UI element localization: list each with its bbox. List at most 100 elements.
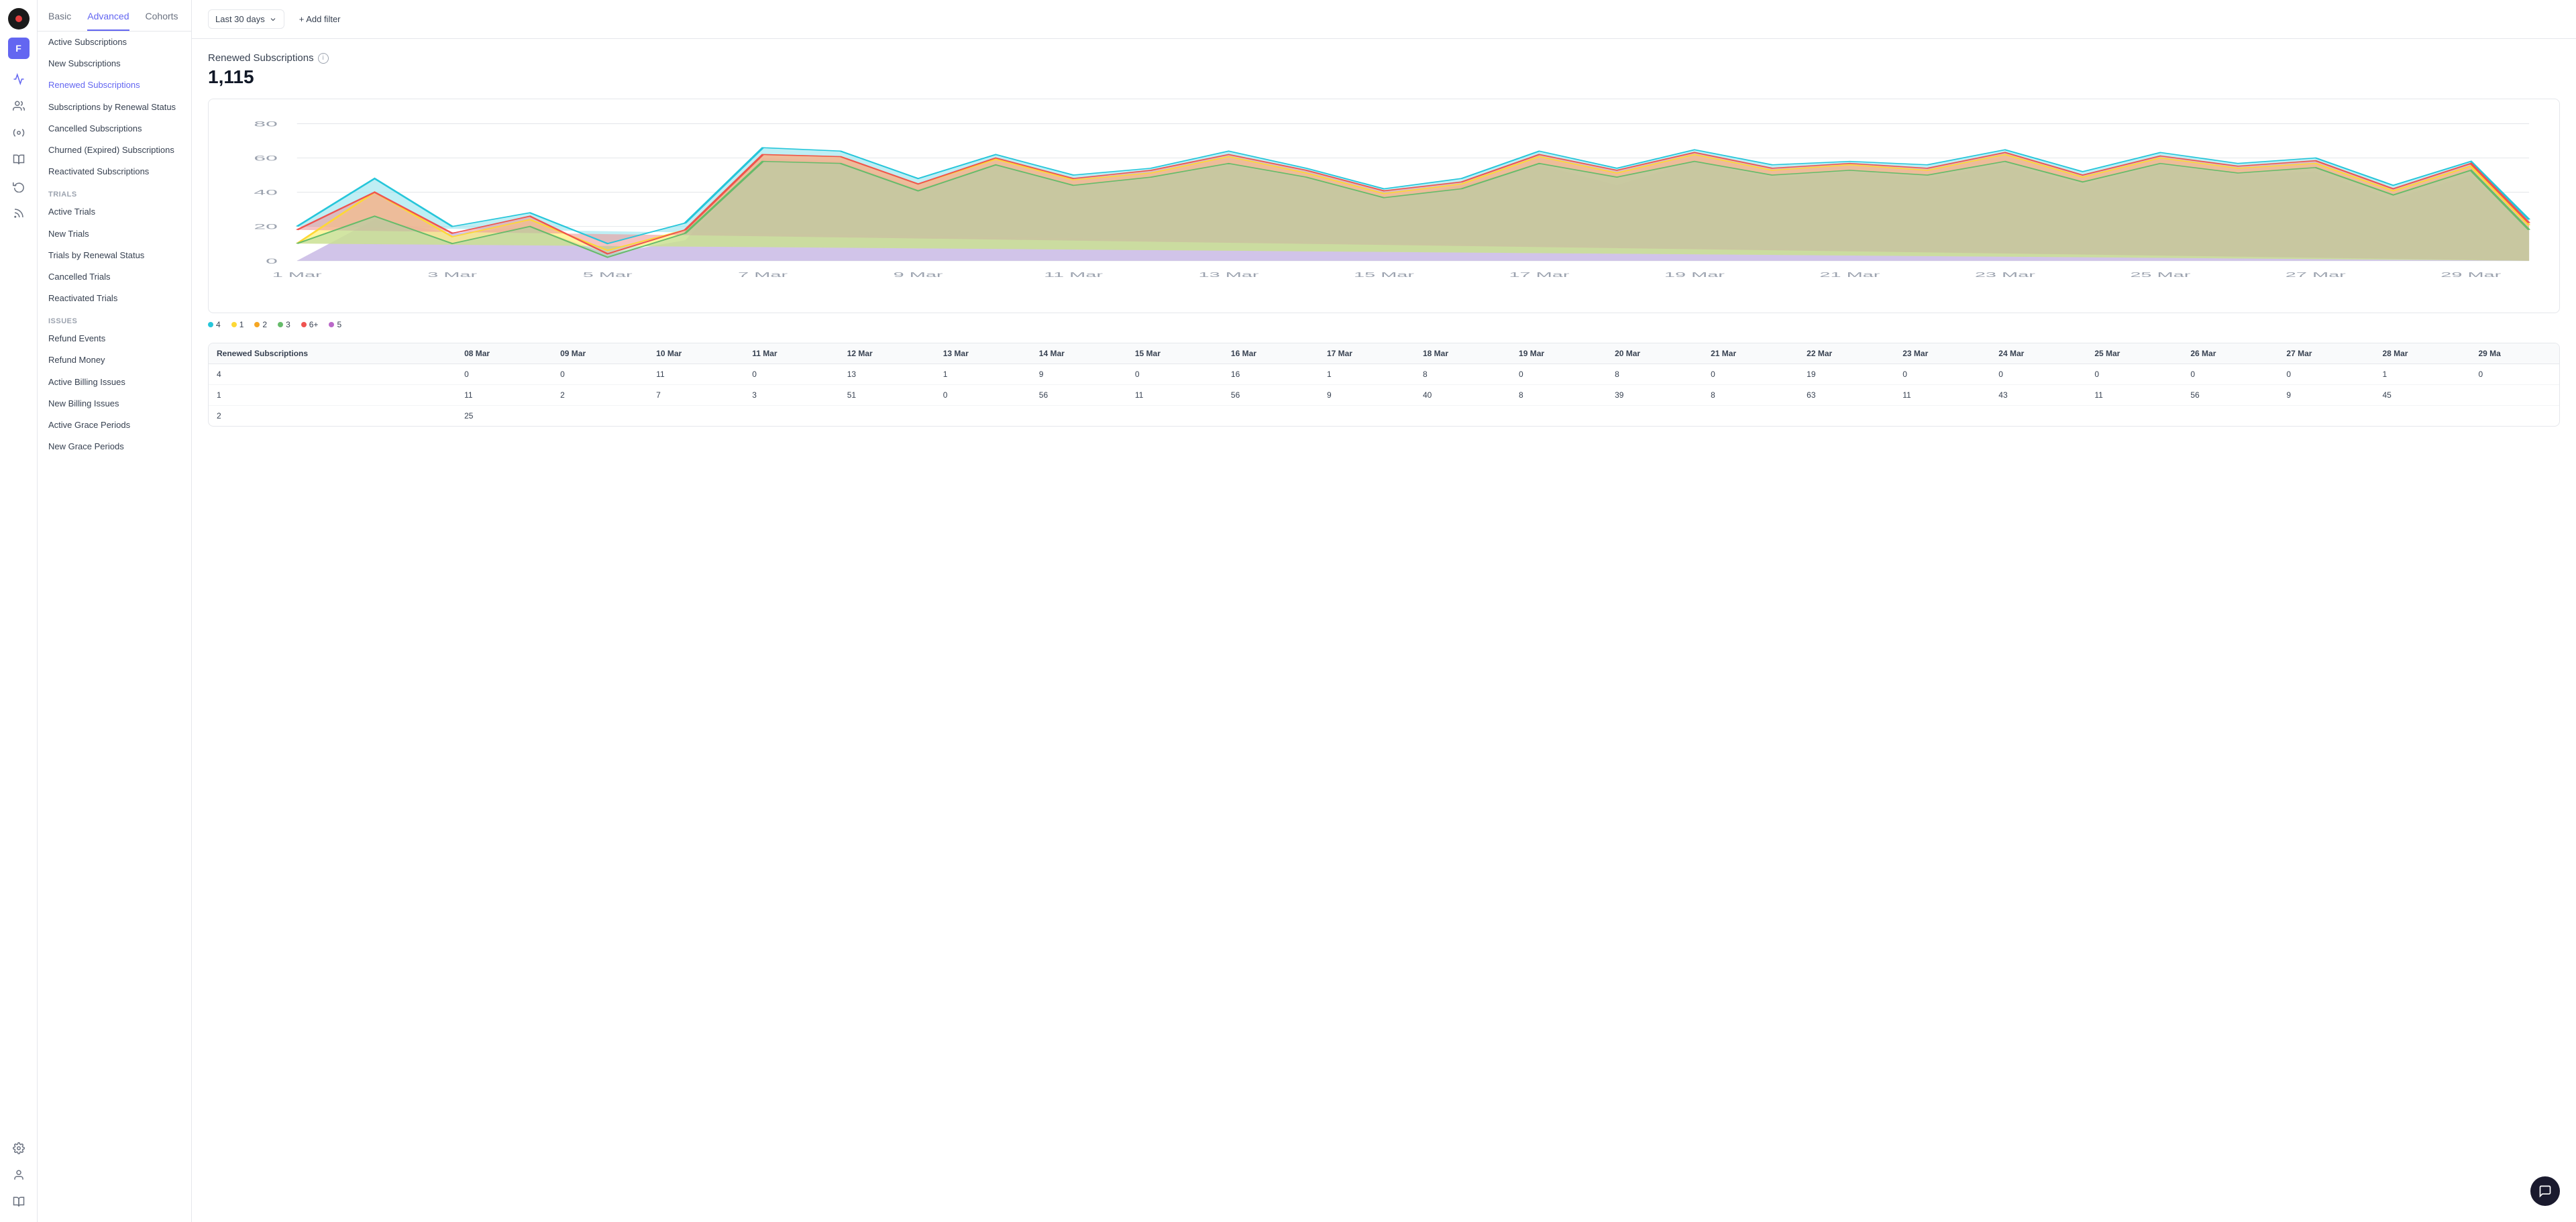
col-header-12mar: 12 Mar: [839, 343, 935, 364]
nav-item-reactivated-trials[interactable]: Reactivated Trials: [38, 288, 191, 309]
col-header-28mar: 28 Mar: [2374, 343, 2470, 364]
table-cell-value: [2471, 406, 2560, 427]
svg-text:27 Mar: 27 Mar: [2286, 271, 2346, 279]
nav-item-cancelled-subscriptions[interactable]: Cancelled Subscriptions: [38, 118, 191, 140]
nav-item-cancelled-trials[interactable]: Cancelled Trials: [38, 266, 191, 288]
svg-text:3 Mar: 3 Mar: [427, 271, 477, 279]
svg-text:80: 80: [254, 120, 277, 129]
col-header-27mar: 27 Mar: [2278, 343, 2374, 364]
table-cell-value: 0: [1127, 364, 1223, 385]
table-cell-value: [1031, 406, 1127, 427]
svg-text:40: 40: [254, 188, 277, 197]
table-cell-value: 1: [1319, 364, 1415, 385]
legend-item-3: 3: [278, 320, 290, 329]
sidebar-icon-person[interactable]: [7, 1163, 31, 1187]
table-cell-value: [2182, 406, 2278, 427]
col-header-26mar: 26 Mar: [2182, 343, 2278, 364]
nav-item-active-billing[interactable]: Active Billing Issues: [38, 372, 191, 393]
svg-text:13 Mar: 13 Mar: [1199, 271, 1259, 279]
chat-button[interactable]: [2530, 1176, 2560, 1206]
sidebar-icon-tag[interactable]: [7, 148, 31, 172]
tab-cohorts[interactable]: Cohorts: [146, 11, 178, 31]
table-cell-value: [1511, 406, 1607, 427]
chart-header: Renewed Subscriptions i 1,115: [208, 52, 2560, 88]
col-header-15mar: 15 Mar: [1127, 343, 1223, 364]
table-cell-value: [839, 406, 935, 427]
sidebar-icon-feed[interactable]: [7, 201, 31, 225]
table-cell-value: [2471, 385, 2560, 406]
date-range-dropdown[interactable]: Last 30 days: [208, 9, 284, 29]
legend-item-1: 1: [231, 320, 244, 329]
table-cell-value: 51: [839, 385, 935, 406]
svg-text:7 Mar: 7 Mar: [738, 271, 788, 279]
nav-item-new-trials[interactable]: New Trials: [38, 223, 191, 245]
nav-item-new-billing[interactable]: New Billing Issues: [38, 393, 191, 414]
nav-item-churned-subscriptions[interactable]: Churned (Expired) Subscriptions: [38, 140, 191, 161]
col-header-08mar: 08 Mar: [456, 343, 552, 364]
table-cell-value: 8: [1703, 385, 1799, 406]
nav-item-refund-money[interactable]: Refund Money: [38, 349, 191, 371]
sidebar-icon-chart[interactable]: [7, 67, 31, 91]
user-avatar[interactable]: F: [8, 38, 30, 59]
chart-legend: 4 1 2 3 6+ 5: [208, 320, 2560, 329]
svg-text:29 Mar: 29 Mar: [2440, 271, 2501, 279]
chevron-down-icon: [269, 15, 277, 23]
app-logo: [8, 8, 30, 30]
data-table: Renewed Subscriptions 08 Mar 09 Mar 10 M…: [209, 343, 2559, 426]
table-cell-value: 0: [2278, 364, 2374, 385]
table-header-row: Renewed Subscriptions 08 Mar 09 Mar 10 M…: [209, 343, 2559, 364]
tab-advanced[interactable]: Advanced: [87, 11, 129, 31]
add-filter-button[interactable]: + Add filter: [292, 10, 347, 28]
col-header-29mar: 29 Ma: [2471, 343, 2560, 364]
trials-section-label: Trials: [38, 182, 191, 201]
legend-item-4: 4: [208, 320, 221, 329]
sidebar-icon-settings[interactable]: [7, 121, 31, 145]
nav-item-trials-by-renewal[interactable]: Trials by Renewal Status: [38, 245, 191, 266]
chart-title: Renewed Subscriptions i: [208, 52, 2560, 64]
svg-text:21 Mar: 21 Mar: [1819, 271, 1880, 279]
svg-text:9 Mar: 9 Mar: [894, 271, 943, 279]
nav-item-active-subscriptions[interactable]: Active Subscriptions: [38, 32, 191, 53]
table-row: 400110131901618080190000010: [209, 364, 2559, 385]
table-cell-value: [648, 406, 744, 427]
icon-sidebar: F: [0, 0, 38, 1222]
table-cell-value: 0: [2182, 364, 2278, 385]
svg-text:25 Mar: 25 Mar: [2130, 271, 2190, 279]
sidebar-icon-users[interactable]: [7, 94, 31, 118]
table-cell-value: 0: [1703, 364, 1799, 385]
nav-item-new-subscriptions[interactable]: New Subscriptions: [38, 53, 191, 74]
data-table-container: Renewed Subscriptions 08 Mar 09 Mar 10 M…: [208, 343, 2560, 427]
sidebar-icon-gear[interactable]: [7, 1136, 31, 1160]
table-cell-label: 1: [209, 385, 456, 406]
table-cell-value: 11: [456, 385, 552, 406]
chart-svg: 0 20 40 60 80: [219, 110, 2548, 302]
sidebar-icon-book[interactable]: [7, 1190, 31, 1214]
table-cell-value: 3: [744, 385, 839, 406]
svg-text:11 Mar: 11 Mar: [1044, 271, 1103, 279]
table-cell-value: 11: [1127, 385, 1223, 406]
legend-dot-1: [231, 322, 237, 327]
legend-item-6plus: 6+: [301, 320, 319, 329]
nav-item-active-grace[interactable]: Active Grace Periods: [38, 414, 191, 436]
col-header-16mar: 16 Mar: [1223, 343, 1319, 364]
nav-item-active-trials[interactable]: Active Trials: [38, 201, 191, 223]
table-cell-value: [1703, 406, 1799, 427]
nav-item-reactivated-subscriptions[interactable]: Reactivated Subscriptions: [38, 161, 191, 182]
table-cell-value: [552, 406, 648, 427]
nav-item-new-grace[interactable]: New Grace Periods: [38, 436, 191, 457]
table-cell-value: 45: [2374, 385, 2470, 406]
col-header-20mar: 20 Mar: [1607, 343, 1703, 364]
filter-bar: Last 30 days + Add filter: [192, 0, 2576, 39]
chart-info-icon[interactable]: i: [318, 53, 329, 64]
nav-item-renewed-subscriptions[interactable]: Renewed Subscriptions: [38, 74, 191, 96]
table-cell-value: 11: [1894, 385, 1990, 406]
nav-item-subscriptions-by-renewal[interactable]: Subscriptions by Renewal Status: [38, 97, 191, 118]
tab-basic[interactable]: Basic: [48, 11, 71, 31]
nav-tabs: Basic Advanced Cohorts: [38, 0, 191, 32]
nav-item-refund-events[interactable]: Refund Events: [38, 328, 191, 349]
table-cell-value: [1799, 406, 1894, 427]
table-cell-value: 39: [1607, 385, 1703, 406]
legend-dot-6plus: [301, 322, 307, 327]
svg-text:0: 0: [266, 257, 278, 266]
sidebar-icon-refund[interactable]: [7, 174, 31, 199]
